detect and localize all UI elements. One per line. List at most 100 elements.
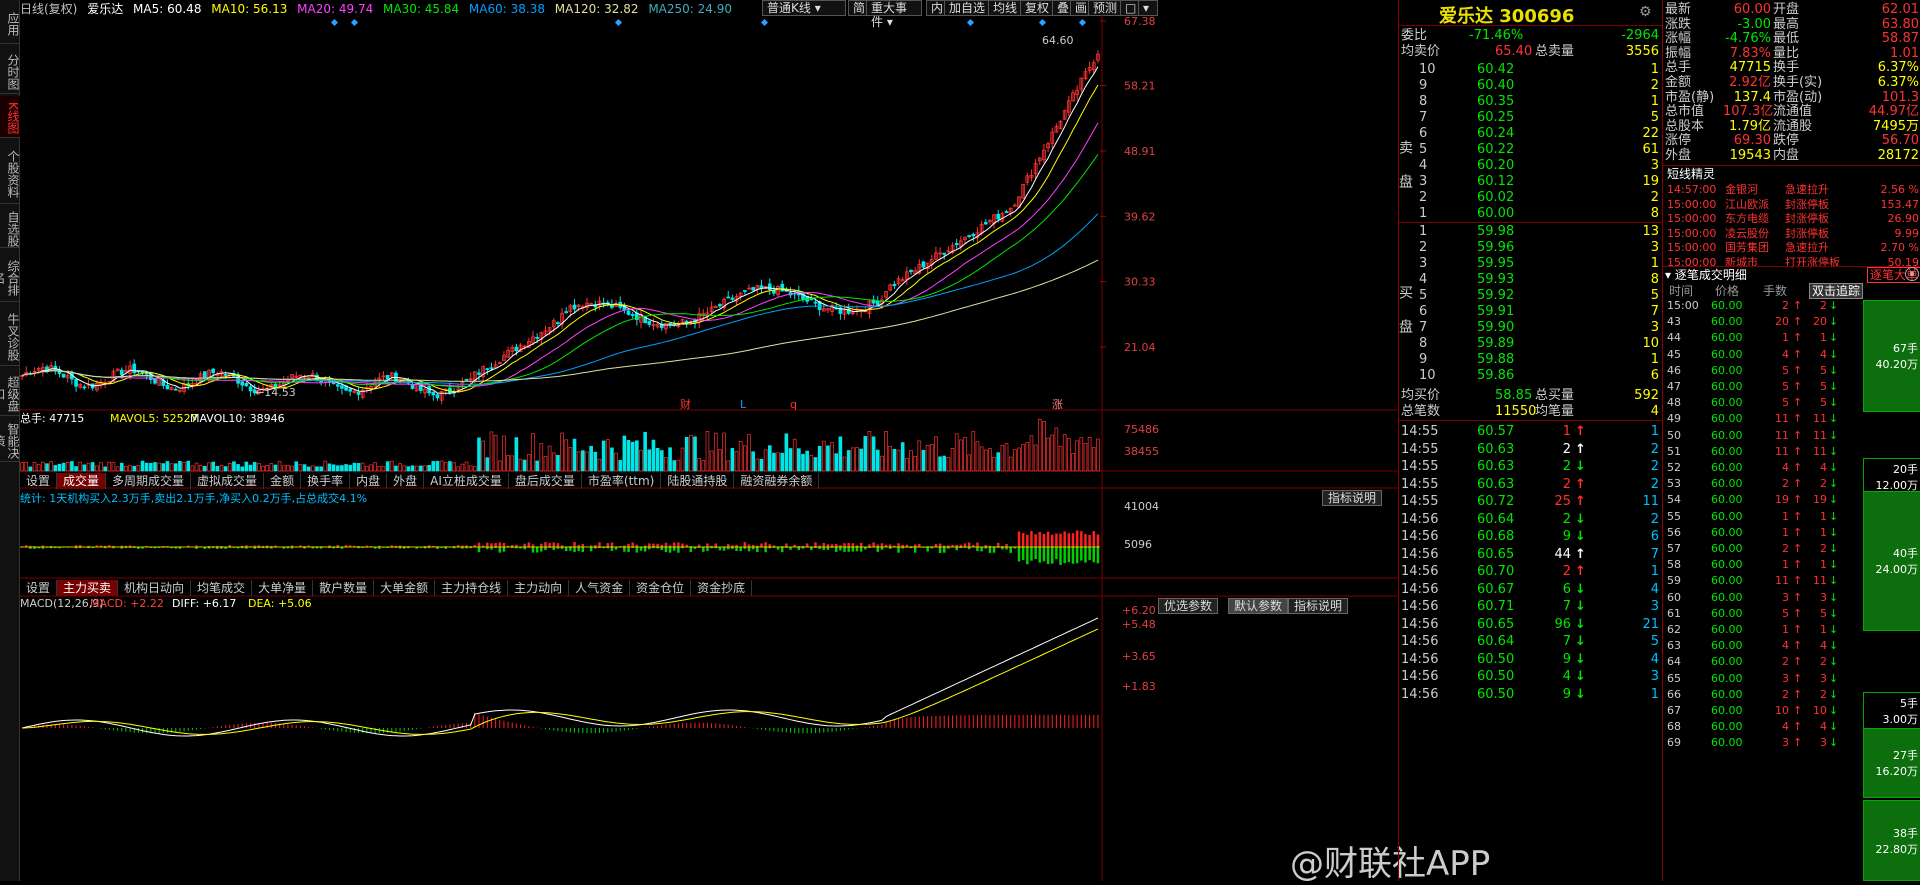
volume-bar <box>158 463 161 471</box>
nav-tab[interactable]: 智能决策 <box>0 418 20 462</box>
volume-tab[interactable]: 虚拟成交量 <box>191 473 264 489</box>
flow-tab[interactable]: 散户数量 <box>313 580 374 596</box>
flow-tab[interactable]: 主力动向 <box>508 580 569 596</box>
flow-bar <box>615 547 617 550</box>
up-arrow: ↑ <box>1793 687 1802 703</box>
flow-tab[interactable]: 机构日动向 <box>118 580 191 596</box>
flow-tab[interactable]: 主力买卖 <box>57 580 118 596</box>
flow-bar <box>1080 531 1082 547</box>
macd-axis-label: +1.83 <box>1122 680 1156 693</box>
flow-bar <box>814 542 816 547</box>
volume-bar <box>581 451 584 471</box>
volume-bar <box>191 466 194 471</box>
stat-row: 总手47715换手6.37% <box>1663 60 1920 75</box>
detail-price: 60.00 <box>1711 428 1743 444</box>
detail-time: 69 <box>1667 735 1707 751</box>
price-axis-label: 39.62 <box>1124 210 1156 223</box>
candle-body <box>357 392 360 394</box>
volume-tab[interactable]: 陆股通持股 <box>661 473 734 489</box>
volume-bar <box>951 448 954 471</box>
volume-bar <box>943 456 946 471</box>
detail-volume: 1 <box>1809 525 1827 541</box>
macd-help-button[interactable]: 指标说明 <box>1288 598 1348 614</box>
flow-bar <box>739 547 741 551</box>
nav-tab[interactable]: 自选股 <box>0 208 20 248</box>
volume-bar <box>120 463 123 471</box>
volume-tab[interactable]: 金额 <box>264 473 301 489</box>
event-flag: L <box>740 398 747 411</box>
nav-tab[interactable]: 应用 <box>0 2 20 44</box>
flow-tab[interactable]: 资金抄底 <box>691 580 752 596</box>
volume-bar <box>444 463 447 471</box>
flow-bar <box>627 544 629 547</box>
nav-tab[interactable]: 综合排名 <box>0 252 20 302</box>
tick-arrow: ↑ <box>1575 440 1586 459</box>
flow-bar <box>677 542 679 547</box>
volume-bar <box>934 437 937 471</box>
event-diamond <box>1079 19 1086 26</box>
detail-time: 67 <box>1667 703 1707 719</box>
stat-value: 137.4 <box>1723 90 1771 105</box>
pause-icon[interactable]: ⏸ <box>1905 267 1919 281</box>
volume-tab[interactable]: 多周期成交量 <box>106 473 191 489</box>
up-arrow: ↑ <box>1793 638 1802 654</box>
flow-bar <box>810 547 812 550</box>
volume-bar <box>648 450 651 471</box>
volume-tab[interactable]: 外盘 <box>387 473 424 489</box>
volume-tab[interactable]: 成交量 <box>57 473 106 489</box>
volume-bar <box>37 465 40 471</box>
optimal-params-button[interactable]: 优选参数 <box>1158 598 1218 614</box>
detail-price: 60.00 <box>1711 379 1743 395</box>
volume-tab[interactable]: 市盈率(ttm) <box>582 473 661 489</box>
nav-tab[interactable]: 牛叉诊股 <box>0 306 20 366</box>
macd-axis-label: +3.65 <box>1122 650 1156 663</box>
detail-volume: 2 <box>1809 476 1827 492</box>
default-params-button[interactable]: 默认参数 <box>1228 598 1288 614</box>
flow-bar <box>644 547 646 552</box>
volume-bar <box>482 441 485 471</box>
nav-tab[interactable]: 个股资料 <box>0 142 20 204</box>
flow-tab[interactable]: 设置 <box>20 580 57 596</box>
kline-chart-area[interactable]: 日线(复权) 爱乐达 MA5: 60.48 MA10: 56.13 MA20: … <box>20 0 1398 881</box>
flow-tab[interactable]: 大单金额 <box>374 580 435 596</box>
down-arrow: ↓ <box>1829 314 1838 330</box>
flow-bar <box>478 543 480 547</box>
flow-tab[interactable]: 人气资金 <box>569 580 630 596</box>
candles <box>21 50 1100 404</box>
nav-tab[interactable]: 超级盘口 <box>0 370 20 416</box>
tick-count: 2 <box>1651 457 1659 476</box>
side-nav: 应用分时图K线图个股资料自选股综合排名牛叉诊股超级盘口智能决策 <box>0 0 20 881</box>
volume-tab[interactable]: AI立桩成交量 <box>424 473 509 489</box>
volume-tab[interactable]: 设置 <box>20 473 57 489</box>
detail-volume: 4 <box>1763 719 1789 735</box>
stat-value: 7495万 <box>1873 119 1919 134</box>
gear-icon[interactable]: ⚙ <box>1639 4 1652 20</box>
volume-bar <box>939 457 942 471</box>
tick-row: 14:5560.632↑2 <box>1399 475 1663 494</box>
detail-price: 60.00 <box>1711 671 1743 687</box>
volume-tab[interactable]: 融资融券余额 <box>734 473 819 489</box>
flow-bar <box>881 547 883 550</box>
flow-tab[interactable]: 主力持仓线 <box>435 580 508 596</box>
elf-time: 15:00:00 <box>1667 240 1716 255</box>
volume-bar <box>710 451 713 471</box>
flow-bar <box>1093 547 1095 562</box>
volume-tab[interactable]: 换手率 <box>301 473 350 489</box>
flow-bar <box>843 547 845 552</box>
tick-time: 14:55 <box>1401 492 1438 511</box>
nav-tab[interactable]: K线图 <box>0 96 20 138</box>
nav-tab[interactable]: 分时图 <box>0 48 20 94</box>
flow-tab[interactable]: 资金仓位 <box>630 580 691 596</box>
flow-tab[interactable]: 大单净量 <box>252 580 313 596</box>
flow-bar <box>478 547 480 552</box>
flow-tab[interactable]: 均笔成交 <box>191 580 252 596</box>
flow-help-button[interactable]: 指标说明 <box>1322 490 1382 506</box>
price-axis-label: 21.04 <box>1124 341 1156 354</box>
detail-price: 60.00 <box>1711 687 1743 703</box>
candle-body <box>997 214 1000 219</box>
candle-body <box>166 385 169 389</box>
volume-bar <box>1009 457 1012 471</box>
volume-tab[interactable]: 盘后成交量 <box>509 473 582 489</box>
volume-tab[interactable]: 内盘 <box>350 473 387 489</box>
track-button[interactable]: 双击追踪 <box>1809 283 1863 299</box>
